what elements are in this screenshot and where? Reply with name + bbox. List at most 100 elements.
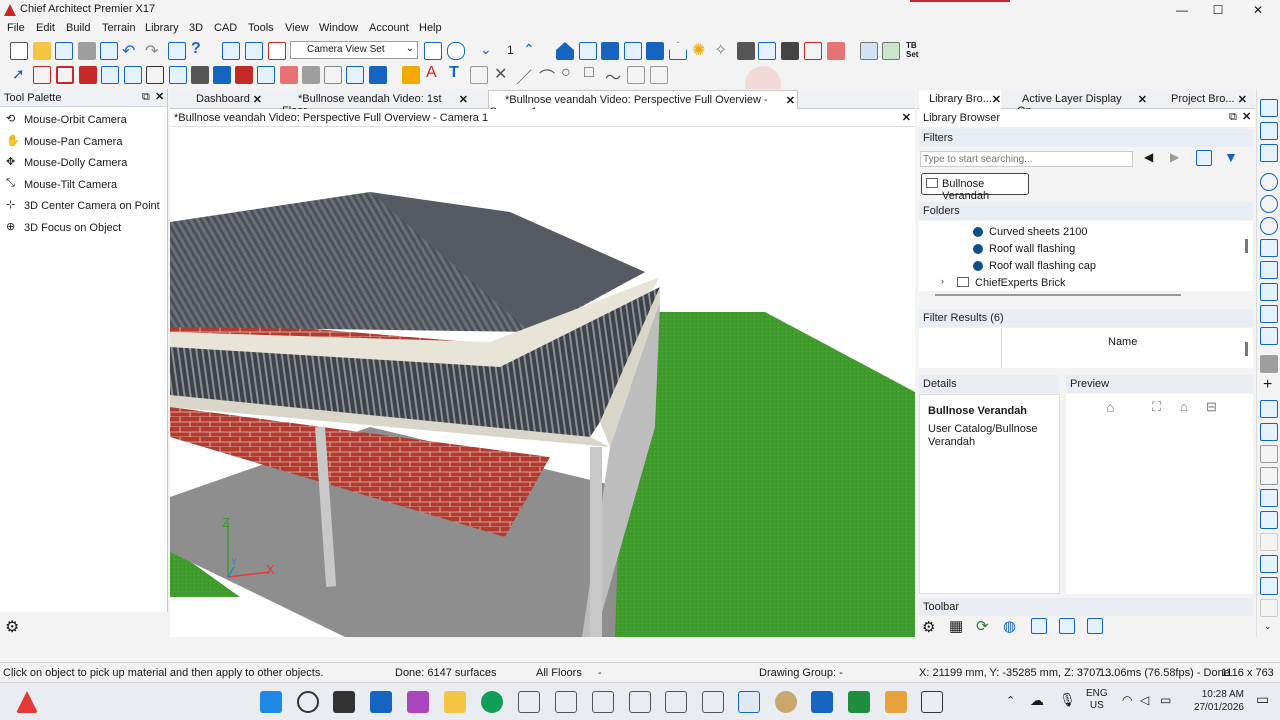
layout-icon[interactable] <box>245 42 263 60</box>
terrain-icon[interactable] <box>280 66 298 84</box>
back-arrow-icon[interactable]: ◀ <box>1144 150 1153 164</box>
toolbar-config-icon[interactable] <box>860 42 878 60</box>
house-view-icon[interactable] <box>556 42 574 60</box>
clock[interactable]: 10:28 AM 27/01/2026 <box>1192 688 1244 714</box>
preview-house-icon[interactable]: ⌂ <box>1106 399 1114 415</box>
v-tool-2-icon[interactable] <box>1260 122 1278 140</box>
tab-close-icon[interactable]: ✕ <box>253 93 262 106</box>
fill-window-icon[interactable] <box>1260 239 1278 257</box>
fixture-icon[interactable] <box>235 66 253 84</box>
plan-view-icon[interactable] <box>222 42 240 60</box>
warning-app-icon[interactable] <box>16 691 38 713</box>
menu-terrain[interactable]: Terrain <box>102 22 136 34</box>
fill-window-2-icon[interactable] <box>1260 261 1278 279</box>
chief-architect-3-icon[interactable] <box>592 691 614 713</box>
cross-icon[interactable]: ✕ <box>494 64 507 84</box>
undo-icon[interactable]: ↶ <box>122 41 135 61</box>
framing-icon[interactable] <box>146 66 164 84</box>
settings-gear-icon[interactable]: ⚙ <box>922 618 935 636</box>
tab-dashboard[interactable]: Dashboard ✕ <box>180 90 262 109</box>
select-arrow-icon[interactable]: ➚ <box>12 65 25 83</box>
cad-block-icon[interactable] <box>650 66 668 84</box>
tab-library-browser[interactable]: Library Bro... ✕ <box>919 90 1001 109</box>
menu-library[interactable]: Library <box>145 22 179 34</box>
notification-icon[interactable]: ▭ <box>1256 691 1269 708</box>
file-explorer-icon[interactable] <box>444 691 466 713</box>
v-tool-4-icon[interactable] <box>1260 400 1278 418</box>
chief-architect-icon[interactable] <box>518 691 540 713</box>
refresh-icon[interactable]: ⟳ <box>976 617 989 635</box>
tool-palette-close-icon[interactable]: ✕ <box>155 90 164 103</box>
camera-view-set-select[interactable]: Camera View Set ⌄ <box>290 41 418 59</box>
chevron-right-icon[interactable]: › <box>941 276 944 286</box>
page-2-icon[interactable] <box>1260 467 1278 485</box>
sun-icon[interactable]: ✺ <box>692 40 705 60</box>
copilot-icon[interactable] <box>407 691 429 713</box>
save-icon[interactable] <box>55 42 73 60</box>
arc-icon[interactable]: ⌒ <box>539 64 555 88</box>
line-icon[interactable]: ／ <box>516 64 532 88</box>
elevation-icon[interactable] <box>624 42 642 60</box>
store-icon[interactable] <box>370 691 392 713</box>
v-tool-10-icon[interactable] <box>1260 577 1278 595</box>
chevron-up-icon[interactable]: ⌃ <box>1006 694 1015 707</box>
view-close-icon[interactable]: ✕ <box>902 111 911 124</box>
up-floor-icon[interactable]: ⌃ <box>523 41 535 58</box>
fit-2-icon[interactable] <box>1260 305 1278 323</box>
menu-view[interactable]: View <box>285 22 309 34</box>
delete-surfaces-icon[interactable] <box>804 42 822 60</box>
print-preview-icon[interactable] <box>100 42 118 60</box>
callout-icon[interactable] <box>470 66 488 84</box>
room-icon[interactable] <box>56 66 74 84</box>
paint-app-icon[interactable] <box>811 691 833 713</box>
tool-app-icon[interactable] <box>921 691 943 713</box>
menu-account[interactable]: Account <box>369 22 409 34</box>
stairs-icon[interactable] <box>169 66 187 84</box>
menu-help[interactable]: Help <box>419 22 442 34</box>
door-icon[interactable] <box>101 66 119 84</box>
new-file-icon[interactable] <box>10 42 28 60</box>
maximize-button[interactable]: ☐ <box>1210 2 1226 18</box>
grid-icon[interactable]: ▦ <box>949 617 963 635</box>
library-tree-icon[interactable] <box>1059 618 1075 634</box>
tb-set-button[interactable]: TB Set <box>906 41 918 59</box>
filter-funnel-icon[interactable]: ▼ <box>1224 149 1238 165</box>
forward-arrow-icon[interactable]: ▶ <box>1170 150 1179 164</box>
filter-chip[interactable]: Bullnose Verandah <box>921 173 1029 202</box>
pan-hand-icon[interactable] <box>447 42 465 60</box>
material-painter-icon[interactable] <box>781 42 799 60</box>
close-button[interactable]: ✕ <box>1250 2 1266 18</box>
results-scrollbar[interactable] <box>1245 342 1248 356</box>
edit-object-icon[interactable] <box>168 42 186 60</box>
shape-icon[interactable] <box>324 66 342 84</box>
tab-close-icon[interactable]: ✕ <box>1238 93 1247 106</box>
restore-icon[interactable]: ⧉ <box>142 91 150 104</box>
tab-active-layer[interactable]: Active Layer Display Op...✕ <box>1017 90 1147 117</box>
help-icon[interactable]: ? <box>191 40 201 58</box>
layer-icon[interactable] <box>1260 355 1278 373</box>
tool-mouse-pan[interactable]: ✋ Mouse-Pan Camera <box>4 132 164 152</box>
preview-plan-icon[interactable]: ⊟ <box>1206 399 1217 415</box>
library-search-input[interactable] <box>920 151 1133 167</box>
volume-icon[interactable]: ◁ <box>1140 693 1149 707</box>
v-tool-6-icon[interactable] <box>1260 489 1278 507</box>
deck-icon[interactable] <box>257 66 275 84</box>
settings-gear-icon[interactable]: ⚙ <box>5 617 19 637</box>
tab-close-icon[interactable]: ✕ <box>992 93 1001 106</box>
preview-3d-icon[interactable]: ⌂ <box>1180 399 1188 414</box>
wifi-icon[interactable]: ◠ <box>1122 693 1132 707</box>
home-outline-icon[interactable] <box>669 42 687 60</box>
eraser-icon[interactable] <box>827 42 845 60</box>
tab-project-browser[interactable]: Project Bro... ✕ <box>1167 90 1247 109</box>
restore-icon[interactable]: ⧉ <box>1229 111 1237 124</box>
cloud-icon[interactable]: ☁ <box>1030 692 1044 709</box>
v-tool-1-icon[interactable] <box>1260 99 1278 117</box>
menu-cad[interactable]: CAD <box>214 22 237 34</box>
chief-architect-5-icon[interactable] <box>665 691 687 713</box>
sketch-app-icon[interactable] <box>885 691 907 713</box>
microphone-icon[interactable]: 🎙 <box>1059 692 1076 708</box>
menu-build[interactable]: Build <box>66 22 90 34</box>
railing-icon[interactable] <box>346 66 364 84</box>
tool-center-camera[interactable]: ⊹ 3D Center Camera on Point <box>4 196 164 216</box>
language-indicator[interactable]: ENG US <box>1086 688 1108 712</box>
